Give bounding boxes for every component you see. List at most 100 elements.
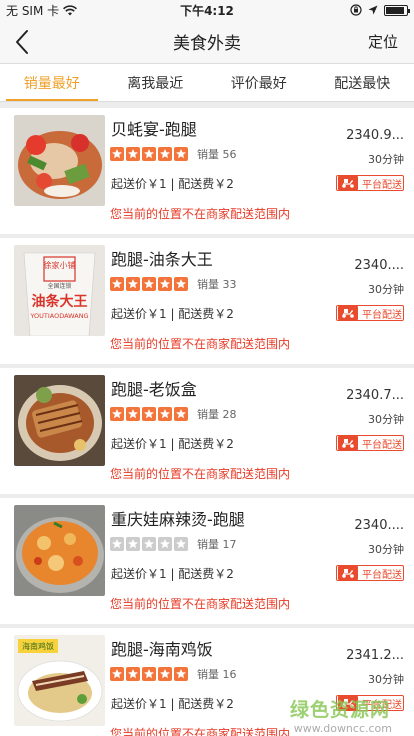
star-icon [126, 147, 140, 161]
badge-label: 平台配送 [362, 179, 402, 191]
delivery-scooter-icon [338, 436, 358, 450]
image-text: 油条大王 [32, 293, 88, 310]
sales-count: 销量 28 [197, 408, 237, 421]
rating: 销量 17 [110, 536, 237, 552]
delivery-time: 30分钟 [368, 413, 404, 426]
platform-delivery-badge: 平台配送 [336, 565, 404, 581]
shop-name: 跑腿-老饭盒 [111, 380, 197, 399]
star-icon [174, 407, 188, 421]
wifi-icon [63, 4, 78, 15]
delivery-time: 30分钟 [368, 673, 404, 686]
star-icon [174, 667, 188, 681]
shop-image [14, 375, 105, 466]
rating: 销量 28 [110, 406, 237, 422]
sort-tabs: 销量最好 离我最近 评价最好 配送最快 [0, 64, 414, 102]
star-icon [142, 147, 156, 161]
tab-nearest[interactable]: 离我最近 [104, 64, 208, 101]
badge-label: 平台配送 [362, 439, 402, 451]
star-icon [126, 667, 140, 681]
star-icon [126, 407, 140, 421]
shop-distance: 2340.... [354, 258, 404, 273]
status-right [350, 4, 410, 16]
image-text: 全国连锁 [47, 282, 71, 290]
tab-fastest-delivery[interactable]: 配送最快 [311, 64, 414, 101]
shop-card[interactable]: 重庆娃麻辣烫-跑腿 2340.... 销量 17 30分钟 起送价￥1 | 配送… [0, 498, 414, 624]
fee-info: 起送价￥1 | 配送费￥2 [111, 177, 234, 191]
sales-count: 销量 16 [197, 668, 237, 681]
shop-card[interactable]: 贝蚝宴-跑腿 2340.9... 销量 56 30分钟 起送价￥1 | 配送费￥… [0, 108, 414, 234]
shop-image: 海南鸡饭 [14, 635, 105, 726]
platform-delivery-badge: 平台配送 [336, 435, 404, 451]
shop-list: 贝蚝宴-跑腿 2340.9... 销量 56 30分钟 起送价￥1 | 配送费￥… [0, 102, 414, 736]
star-icon [174, 277, 188, 291]
delivery-time: 30分钟 [368, 283, 404, 296]
battery-icon [384, 4, 410, 16]
shop-card[interactable]: 跑腿-老饭盒 2340.7... 销量 28 30分钟 起送价￥1 | 配送费￥… [0, 368, 414, 494]
star-icon [142, 667, 156, 681]
rating: 销量 33 [110, 276, 237, 292]
star-icon [110, 667, 124, 681]
star-icon [126, 537, 140, 551]
star-icon [158, 277, 172, 291]
shop-name: 跑腿-海南鸡饭 [111, 640, 213, 659]
fee-info: 起送价￥1 | 配送费￥2 [111, 567, 234, 581]
sales-count: 销量 56 [197, 148, 237, 161]
shop-distance: 2340.9... [346, 128, 404, 143]
platform-delivery-badge: 平台配送 [336, 175, 404, 191]
out-of-range-notice: 您当前的位置不在商家配送范围内 [110, 207, 291, 221]
out-of-range-notice: 您当前的位置不在商家配送范围内 [110, 597, 291, 611]
image-text: 徐家小铺 [44, 260, 76, 270]
location-icon [368, 5, 378, 15]
lock-rotation-icon [350, 4, 362, 16]
sales-count: 销量 17 [197, 538, 237, 551]
star-icon [142, 277, 156, 291]
shop-card[interactable]: 徐家小铺 全国连锁 油条大王 YOUTIAODAWANG 跑腿-油条大王 234… [0, 238, 414, 364]
badge-label: 平台配送 [362, 309, 402, 321]
back-button[interactable] [0, 20, 44, 64]
image-text: 海南鸡饭 [22, 641, 54, 651]
locate-button[interactable]: 定位 [368, 31, 414, 52]
delivery-scooter-icon [338, 306, 358, 320]
page-title: 美食外卖 [173, 34, 241, 54]
out-of-range-notice: 您当前的位置不在商家配送范围内 [110, 467, 291, 481]
shop-image: 徐家小铺 全国连锁 油条大王 YOUTIAODAWANG [14, 245, 105, 336]
star-icon [174, 147, 188, 161]
shop-name: 贝蚝宴-跑腿 [111, 120, 197, 139]
shop-name: 跑腿-油条大王 [111, 250, 213, 269]
watermark-logo: 绿色资源网 [289, 699, 390, 721]
star-icon [158, 667, 172, 681]
carrier-label: 无 SIM 卡 [6, 3, 60, 18]
fee-info: 起送价￥1 | 配送费￥2 [111, 697, 234, 711]
fee-info: 起送价￥1 | 配送费￥2 [111, 437, 234, 451]
rating: 销量 56 [110, 146, 237, 162]
status-bar: 无 SIM 卡 下午4:12 [0, 0, 414, 20]
status-left: 无 SIM 卡 [6, 2, 78, 19]
delivery-time: 30分钟 [368, 543, 404, 556]
delivery-scooter-icon [338, 566, 358, 580]
shop-distance: 2340.... [354, 518, 404, 533]
fee-info: 起送价￥1 | 配送费￥2 [111, 307, 234, 321]
sales-count: 销量 33 [197, 278, 237, 291]
rating: 销量 16 [110, 666, 237, 682]
star-icon [126, 277, 140, 291]
tab-best-rated[interactable]: 评价最好 [207, 64, 311, 101]
shop-name: 重庆娃麻辣烫-跑腿 [111, 510, 245, 529]
star-icon [110, 407, 124, 421]
badge-label: 平台配送 [362, 569, 402, 581]
star-icon [142, 537, 156, 551]
star-icon [158, 537, 172, 551]
star-icon [142, 407, 156, 421]
star-icon [110, 147, 124, 161]
star-icon [174, 537, 188, 551]
out-of-range-notice: 您当前的位置不在商家配送范围内 [110, 337, 291, 351]
watermark-url: www.downcc.com [293, 722, 392, 735]
delivery-time: 30分钟 [368, 153, 404, 166]
shop-image [14, 115, 105, 206]
star-icon [158, 147, 172, 161]
back-chevron-icon [16, 29, 28, 54]
platform-delivery-badge: 平台配送 [336, 305, 404, 321]
star-icon [110, 537, 124, 551]
shop-distance: 2341.2... [346, 648, 404, 663]
tab-best-sales[interactable]: 销量最好 [0, 64, 104, 101]
image-text: YOUTIAODAWANG [29, 312, 88, 320]
